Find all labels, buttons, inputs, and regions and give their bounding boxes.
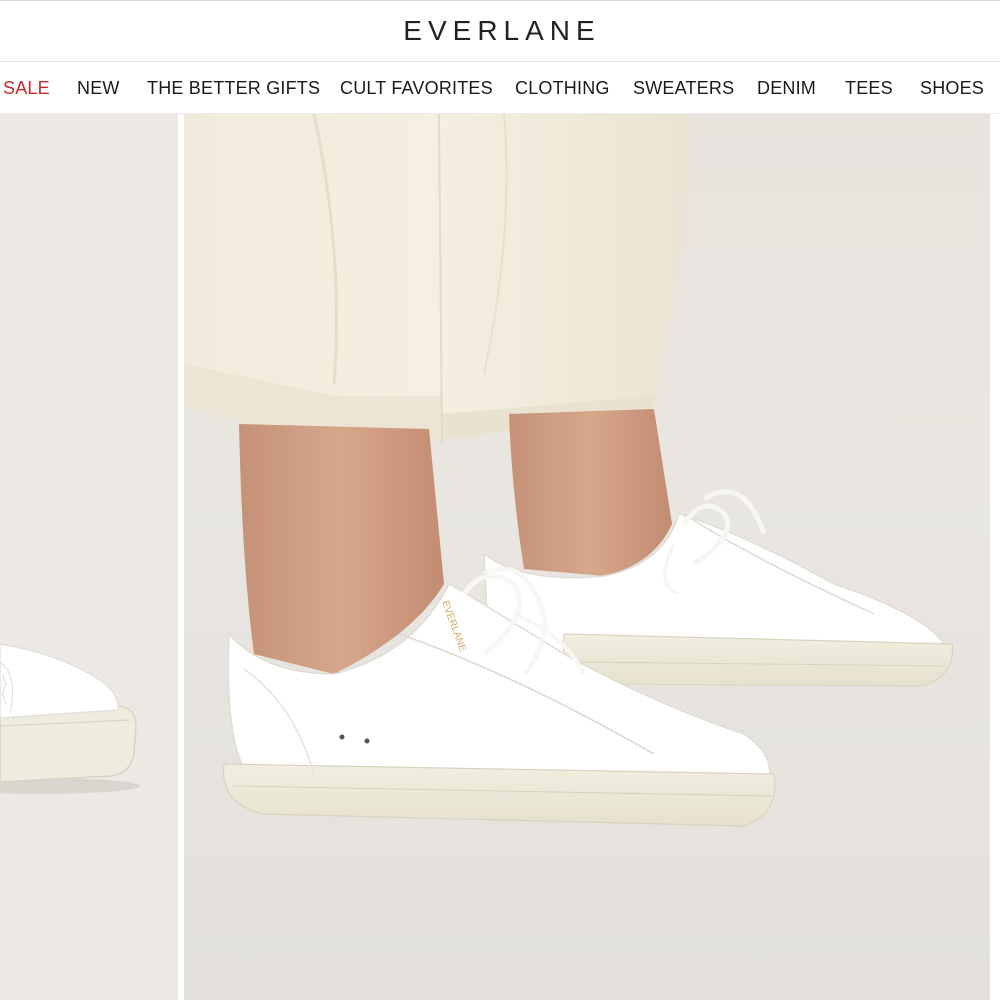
- sneaker-side-illustration: [0, 643, 140, 794]
- gallery-edge: [990, 114, 1000, 1000]
- product-image-main[interactable]: EVERLANE: [184, 114, 990, 1000]
- nav-item-cult-favorites[interactable]: CULT FAVORITES: [340, 62, 493, 113]
- nav-item-denim[interactable]: DENIM: [757, 62, 816, 113]
- model-sneakers-illustration: EVERLANE: [184, 114, 954, 827]
- nav-item-sweaters[interactable]: SWEATERS: [633, 62, 734, 113]
- nav-item-clothing[interactable]: CLOTHING: [515, 62, 610, 113]
- nav-item-the-better-gifts[interactable]: THE BETTER GIFTS: [147, 62, 320, 113]
- nav-item-shoes[interactable]: SHOES: [920, 62, 984, 113]
- category-nav: SALE NEW THE BETTER GIFTS CULT FAVORITES…: [0, 62, 1000, 114]
- product-image-side[interactable]: [0, 114, 178, 1000]
- nav-item-sale[interactable]: SALE: [3, 62, 50, 113]
- everlane-logo[interactable]: EVERLANE: [399, 15, 600, 47]
- nav-item-tees[interactable]: TEES: [845, 62, 893, 113]
- nav-item-new[interactable]: NEW: [77, 62, 120, 113]
- site-header: EVERLANE: [0, 0, 1000, 62]
